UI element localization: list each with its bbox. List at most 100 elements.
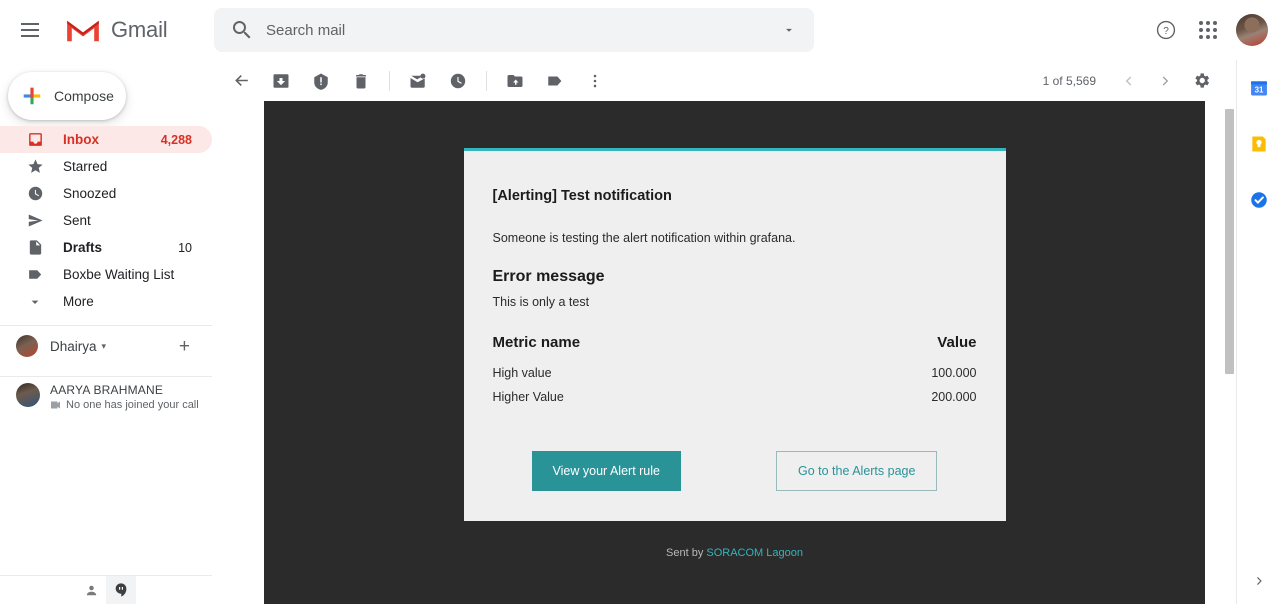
hangouts-button[interactable] (106, 575, 136, 604)
search-options-button[interactable] (776, 17, 802, 43)
view-alert-rule-button[interactable]: View your Alert rule (531, 451, 681, 491)
hamburger-bar (21, 35, 39, 37)
email-toolbar: 1 of 5,569 (212, 60, 1236, 101)
search-bar[interactable] (214, 8, 814, 52)
sidebar-item-snoozed[interactable]: Snoozed (0, 180, 212, 207)
delete-button[interactable] (341, 61, 381, 101)
mark-unread-button[interactable] (398, 61, 438, 101)
column-header-metric-name: Metric name (492, 334, 581, 351)
labels-button[interactable] (535, 61, 575, 101)
move-to-icon (507, 74, 523, 87)
sidebar-item-label: More (63, 294, 94, 309)
metric-name-cell: High value (492, 366, 552, 380)
archive-button[interactable] (261, 61, 301, 101)
error-message-heading: Error message (492, 268, 605, 285)
metrics-table: Metric name Value High value 100.000 Hig… (493, 334, 977, 409)
archive-icon (273, 73, 289, 88)
hangouts-contact-item[interactable]: AARYA BRAHMANE No one has joined your ca… (0, 377, 212, 411)
snooze-button[interactable] (438, 61, 478, 101)
calendar-day-number: 31 (1255, 86, 1264, 95)
svg-text:?: ? (1163, 26, 1169, 37)
search-input[interactable] (266, 21, 776, 39)
video-camera-icon (51, 401, 60, 409)
main-menu-button[interactable] (6, 6, 54, 54)
sidebar-item-more[interactable]: More (0, 288, 212, 315)
sidebar-item-boxbe-waiting-list[interactable]: Boxbe Waiting List (0, 261, 212, 288)
sidebar-item-label: Inbox (63, 132, 99, 147)
toolbar-divider (389, 70, 390, 91)
clock-icon (25, 185, 45, 202)
gmail-logo[interactable]: Gmail (64, 16, 168, 44)
sidebar-item-label: Sent (63, 213, 91, 228)
contacts-button[interactable] (76, 576, 106, 604)
google-keep-button[interactable] (1237, 116, 1280, 172)
expand-side-panel-button[interactable] (1237, 564, 1280, 598)
draft-icon (25, 239, 45, 256)
more-options-icon (593, 74, 597, 87)
search-icon (233, 21, 251, 39)
alert-title: [Alerting] Test notification (492, 188, 672, 204)
column-header-value: Value (937, 334, 977, 351)
labels-icon (548, 76, 562, 85)
sidebar-item-drafts[interactable]: Drafts 10 (0, 234, 212, 261)
delete-icon (356, 73, 366, 88)
toolbar-right: 1 of 5,569 (1043, 60, 1218, 101)
help-icon: ? (1156, 20, 1176, 40)
email-footer: Sent by SORACOM Lagoon (264, 521, 1205, 589)
back-to-inbox-button[interactable] (221, 61, 261, 101)
chevron-right-icon (1257, 577, 1262, 585)
sidebar-item-label: Drafts (63, 240, 103, 255)
google-calendar-icon: 31 (1251, 81, 1267, 96)
more-options-button[interactable] (575, 61, 615, 101)
compose-button[interactable]: Compose (8, 72, 126, 120)
gmail-wordmark: Gmail (111, 17, 168, 42)
table-header-row: Metric name Value (493, 334, 977, 361)
sidebar: Compose Inbox 4,288 Starred Snoozed Sent… (0, 60, 212, 604)
chevron-down-icon[interactable]: ▾ (102, 341, 107, 352)
grafana-alert-card: [Alerting] Test notification Someone is … (463, 148, 1006, 521)
hangouts-account-row[interactable]: Dhairya ▾ + (0, 326, 212, 366)
mark-unread-icon (410, 73, 426, 88)
google-apps-button[interactable] (1188, 10, 1228, 50)
google-calendar-button[interactable]: 31 (1237, 60, 1280, 116)
send-icon (25, 212, 45, 229)
move-to-button[interactable] (495, 61, 535, 101)
sidebar-item-inbox[interactable]: Inbox 4,288 (0, 126, 212, 153)
go-to-alerts-page-button[interactable]: Go to the Alerts page (776, 451, 938, 491)
soracom-lagoon-link[interactable]: SORACOM Lagoon (706, 547, 803, 559)
sidebar-item-label: Starred (63, 159, 108, 174)
sidebar-item-sent[interactable]: Sent (0, 207, 212, 234)
apps-grid-icon (1199, 21, 1217, 39)
vertical-scrollbar[interactable] (1225, 109, 1234, 374)
app-body: Compose Inbox 4,288 Starred Snoozed Sent… (0, 60, 1280, 604)
sent-by-prefix: Sent by (666, 547, 707, 559)
older-button[interactable] (1148, 64, 1182, 98)
newer-button[interactable] (1112, 64, 1146, 98)
google-keep-icon (1252, 136, 1266, 152)
help-button[interactable]: ? (1146, 10, 1186, 50)
table-row: Higher Value 200.000 (493, 385, 977, 409)
hamburger-bar (21, 23, 39, 25)
contact-info: AARYA BRAHMANE No one has joined your ca… (50, 383, 199, 411)
snooze-icon (450, 73, 466, 88)
metrics-table-head: Metric name Value (493, 334, 977, 361)
person-icon (86, 585, 96, 595)
metric-value-cell: 200.000 (931, 390, 977, 404)
new-conversation-button[interactable]: + (179, 337, 190, 356)
report-spam-button[interactable] (301, 61, 341, 101)
chevron-left-icon (1125, 75, 1132, 86)
settings-button[interactable] (1184, 64, 1218, 98)
error-message-text: This is only a test (492, 295, 590, 309)
hangouts-icon (115, 583, 127, 597)
toolbar-divider (486, 70, 487, 91)
email-body-scroll-area: [Alerting] Test notification Someone is … (212, 101, 1236, 604)
app-header: Gmail ? (0, 0, 1280, 60)
plus-icon (23, 87, 41, 105)
metrics-table-body: High value 100.000 Higher Value 200.000 (493, 361, 977, 409)
inbox-icon (25, 131, 45, 148)
sidebar-item-starred[interactable]: Starred (0, 153, 212, 180)
google-tasks-button[interactable] (1237, 172, 1280, 228)
avatar[interactable] (1236, 14, 1268, 46)
contact-status: No one has joined your call (50, 399, 199, 411)
header-actions: ? (1146, 0, 1268, 60)
